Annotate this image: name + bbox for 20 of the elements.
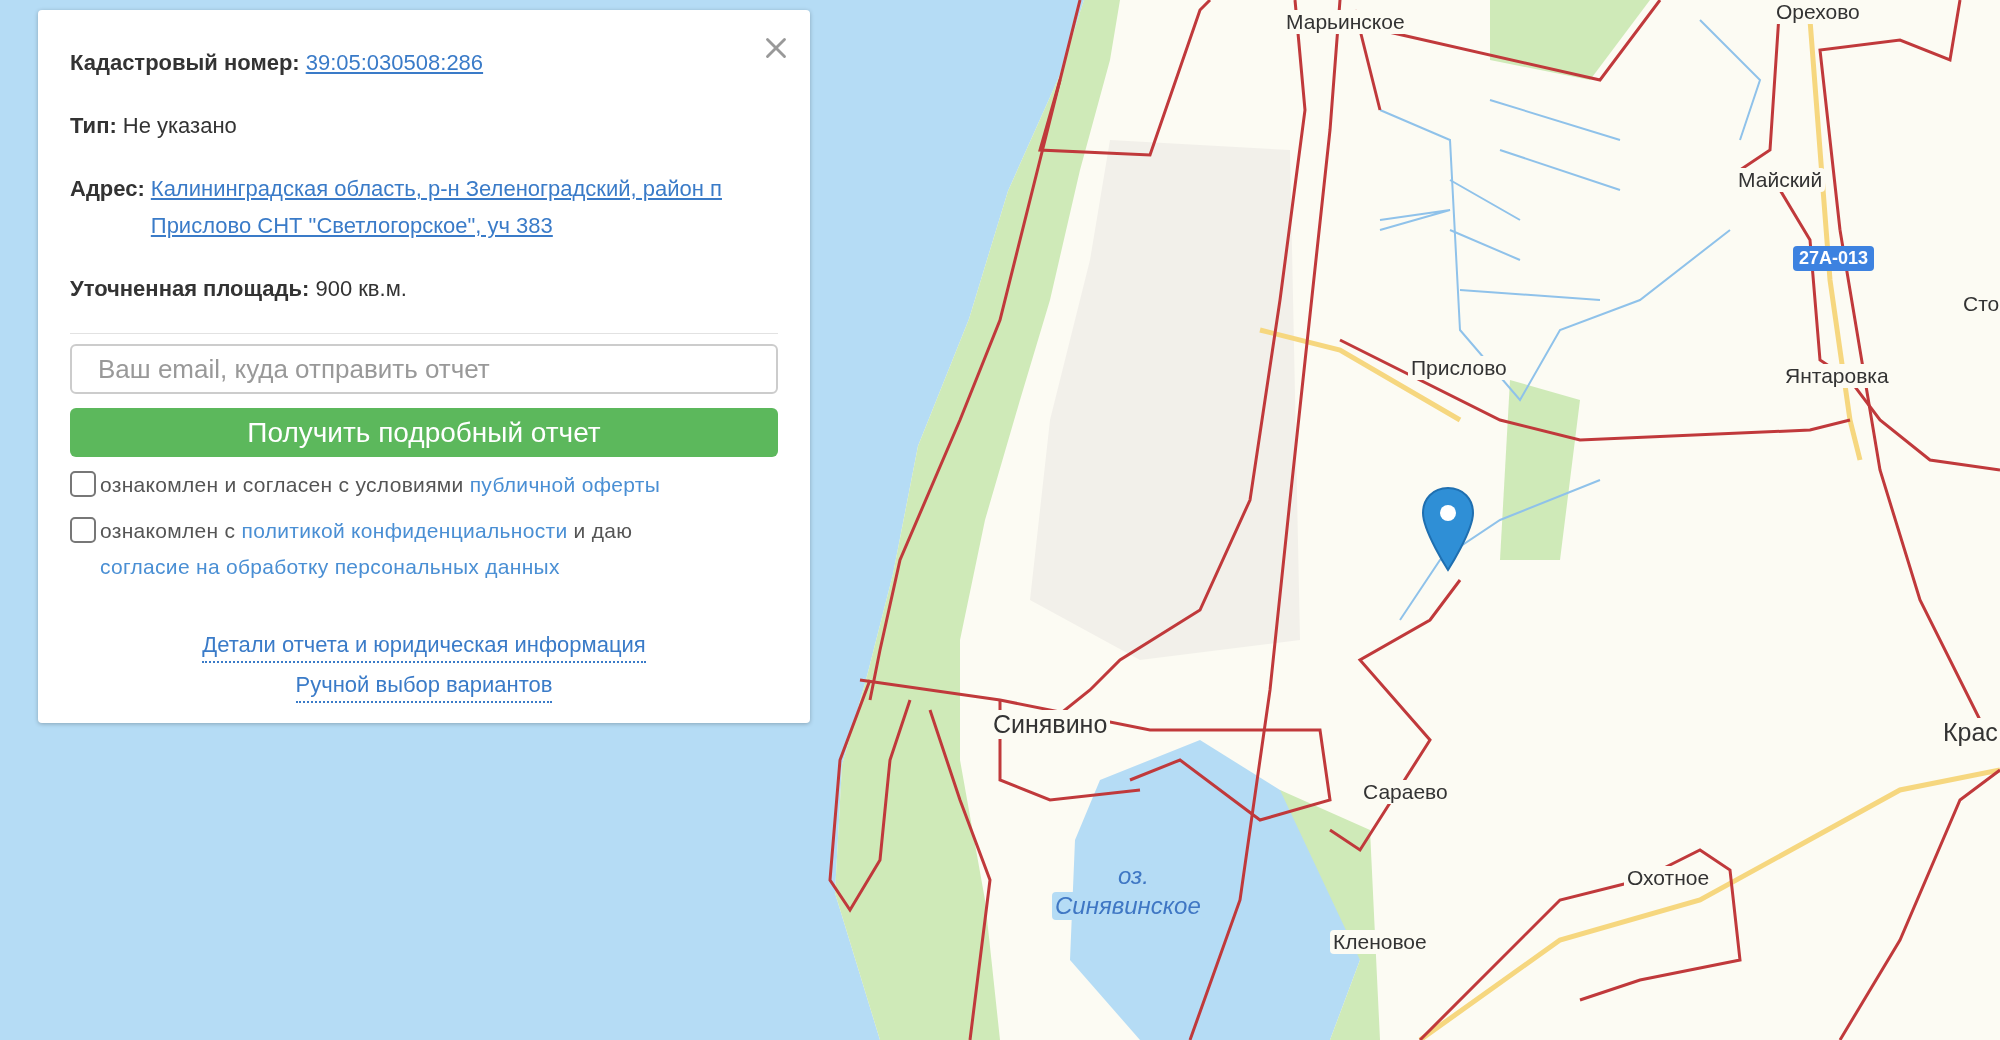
consent-link[interactable]: публичной оферты (469, 473, 661, 496)
checkbox[interactable] (70, 517, 96, 543)
info-line: Тип: Не указано (70, 112, 238, 140)
email-field[interactable]: Ваш email, куда отправить отчет (70, 344, 778, 395)
info-line: Кадастровый номер: 39:05:030508:286 (70, 44, 778, 81)
info-line: Уточненная площадь: 900 кв.м. (70, 275, 408, 303)
map-pin-icon[interactable] (1420, 486, 1476, 572)
info-link[interactable]: 39:05:030508:286 (305, 44, 484, 81)
consent-text: ознакомлен и согласен с условиями публичной оферты (100, 472, 661, 498)
info-link[interactable]: Калининградская область, р-н Зеленоградский, район п Прислово СНТ "Светлогорское", уч 383 (150, 170, 758, 244)
info-link[interactable]: Детали отчета и юридическая информация (202, 629, 646, 663)
map-label: Майский (1735, 168, 1826, 192)
get-report-button[interactable]: Получить подробный отчет (70, 408, 778, 457)
road-number-sign: 27А-013 (1793, 246, 1875, 271)
consent-text: ознакомлен с политикой конфиденциальности и даю согласие на обработку персональных данных (100, 518, 634, 580)
consent-link[interactable]: политикой конфиденциальности (241, 519, 568, 542)
info-link[interactable]: Ручной выбор вариантов (295, 669, 553, 703)
checkbox[interactable] (70, 471, 96, 497)
consent-link[interactable]: согласие на обработку персональных данных (100, 555, 560, 578)
info-line: Адрес: Калининградская область, р-н Зеленоградский, район п Прислово СНТ "Светлогорское", уч 383 (70, 170, 778, 244)
